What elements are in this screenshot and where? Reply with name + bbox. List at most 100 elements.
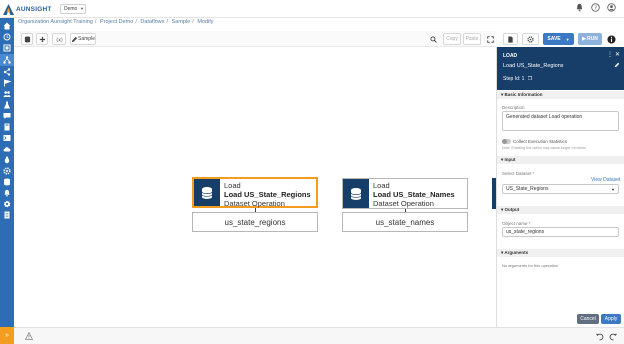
info-icon[interactable] xyxy=(607,35,616,44)
home-icon[interactable] xyxy=(3,22,11,30)
node-type: Dataset Operation xyxy=(224,199,285,208)
data-button[interactable] xyxy=(21,33,33,45)
logo-text: AUNSIGHT xyxy=(16,5,52,13)
cloud-icon[interactable] xyxy=(3,145,11,153)
arguments-empty-text: No arguments for this operation xyxy=(502,263,559,268)
chevron-down-icon: ▼ xyxy=(611,187,615,192)
fullscreen-button[interactable] xyxy=(485,33,496,45)
redo-icon[interactable] xyxy=(609,332,618,341)
user-avatar-icon[interactable] xyxy=(607,3,616,12)
close-icon[interactable]: ✕ xyxy=(615,51,620,58)
paste-button[interactable]: Paste xyxy=(463,33,481,45)
svg-text:(x): (x) xyxy=(56,37,63,43)
object-name-input[interactable]: us_state_regions xyxy=(502,227,619,237)
copy-button[interactable]: Copy xyxy=(443,33,461,45)
top-icons: ? xyxy=(575,3,616,12)
section-arguments-title: Arguments xyxy=(504,250,529,255)
breadcrumb-item-org[interactable]: Organization Aunsight Training xyxy=(18,19,93,25)
run-label: RUN xyxy=(587,36,598,42)
copy-icon[interactable]: ❐ xyxy=(528,76,532,82)
run-button[interactable]: ▶ RUN xyxy=(578,33,602,45)
node-icon-box xyxy=(343,179,369,208)
bottom-bar xyxy=(14,327,624,344)
document-icon[interactable] xyxy=(3,211,11,219)
svg-text:?: ? xyxy=(594,5,597,11)
step-id-label: Step Id: 1 ❐ xyxy=(503,76,532,82)
settings-menu-button[interactable] xyxy=(522,33,539,45)
gear-icon xyxy=(527,35,534,43)
dataset-select-value: US_State_Regions xyxy=(506,186,549,192)
breadcrumb: Organization Aunsight Training / Project … xyxy=(18,19,214,25)
flag-icon[interactable] xyxy=(3,79,11,87)
section-basic-title: Basic Information xyxy=(504,92,543,97)
add-button[interactable] xyxy=(36,33,48,45)
node-output-us-state-regions[interactable]: us_state_regions xyxy=(192,212,318,232)
step-id-text: Step Id: 1 xyxy=(503,76,525,82)
notification-icon[interactable] xyxy=(3,189,11,197)
collect-statistics-toggle[interactable] xyxy=(502,139,511,144)
section-output[interactable]: ▾ Output xyxy=(497,206,624,214)
collect-statistics-note: Note: Enabling this option may cause lon… xyxy=(502,146,586,150)
expand-sidebar-button[interactable]: » xyxy=(0,327,14,344)
dataset-select[interactable]: US_State_Regions ▼ xyxy=(502,184,619,194)
node-title: Load xyxy=(224,181,241,190)
edit-icon[interactable] xyxy=(614,62,620,68)
breadcrumb-item-project[interactable]: Project Demo xyxy=(100,19,133,25)
section-input[interactable]: ▾ Input xyxy=(497,156,624,164)
cancel-button[interactable]: Cancel xyxy=(577,314,599,324)
node-icon-box xyxy=(194,179,220,206)
left-sidebar: » xyxy=(0,18,14,344)
file-icon xyxy=(508,35,513,43)
chat-icon[interactable] xyxy=(3,112,11,120)
warning-icon[interactable] xyxy=(25,332,33,340)
description-textarea[interactable]: Generated dataset Load operation xyxy=(502,111,619,131)
section-basic-information[interactable]: ▾ Basic Information xyxy=(497,91,624,99)
help-icon[interactable]: ? xyxy=(591,3,600,12)
expand-icon xyxy=(487,35,494,43)
more-options-icon[interactable]: ⋮ xyxy=(607,51,613,58)
app-logo[interactable]: AUNSIGHT xyxy=(3,3,55,15)
panel-type-label: LOAD xyxy=(503,53,518,59)
section-arguments[interactable]: ▾ Arguments xyxy=(497,249,624,257)
apply-button[interactable]: Apply xyxy=(601,314,621,324)
save-button[interactable]: SAVE ▼ xyxy=(543,33,574,45)
search-button[interactable] xyxy=(427,33,439,45)
node-title: Load xyxy=(373,181,390,190)
database-icon xyxy=(350,187,362,200)
flask-icon[interactable] xyxy=(3,101,11,109)
book-icon[interactable] xyxy=(3,123,11,131)
users-icon[interactable] xyxy=(3,90,11,98)
dataflow-node-load-us-state-names[interactable]: Load Load US_State_Names Dataset Operati… xyxy=(342,178,468,209)
database-icon[interactable] xyxy=(3,178,11,186)
view-dataset-link[interactable]: View Dataset xyxy=(591,177,620,183)
file-menu-button[interactable] xyxy=(503,33,518,45)
dataflow-icon[interactable] xyxy=(3,56,11,64)
panel-header: LOAD ⋮ ✕ Load US_State_Regions Step Id: … xyxy=(497,47,624,90)
share-icon[interactable] xyxy=(3,68,11,76)
undo-icon[interactable] xyxy=(595,332,604,341)
terminal-icon[interactable] xyxy=(3,134,11,142)
history-icon[interactable] xyxy=(3,33,11,41)
breadcrumb-item-sample[interactable]: Sample xyxy=(172,19,191,25)
breadcrumb-item-dataflows[interactable]: Dataflows xyxy=(140,19,164,25)
dataflow-node-load-us-state-regions[interactable]: Load Load US_State_Regions Dataset Opera… xyxy=(192,177,318,208)
canvas-toolbar: (x) Sample Copy Paste xyxy=(14,31,496,47)
chevron-down-icon: ▼ xyxy=(80,6,84,11)
bell-icon[interactable] xyxy=(575,3,584,12)
select-dataset-label: Select Dataset * xyxy=(502,171,535,176)
breadcrumb-item-modify: Modify xyxy=(197,19,214,25)
database-icon xyxy=(24,35,30,42)
projects-icon[interactable] xyxy=(3,44,11,52)
node-output-us-state-names[interactable]: us_state_names xyxy=(342,212,468,232)
variables-button[interactable]: (x) xyxy=(52,33,66,45)
node-type: Dataset Operation xyxy=(373,199,434,208)
settings-gear-icon[interactable] xyxy=(3,167,11,175)
settings-icon[interactable] xyxy=(3,200,11,208)
aunsight-logo-icon xyxy=(3,3,14,15)
sample-button[interactable]: Sample xyxy=(70,33,96,45)
plus-icon xyxy=(39,36,45,42)
dataflow-canvas[interactable]: Load Load US_State_Regions Dataset Opera… xyxy=(14,47,496,327)
node-name: Load US_State_Regions xyxy=(224,190,311,199)
bug-icon[interactable] xyxy=(3,156,11,164)
sample-label: Sample xyxy=(78,36,95,42)
